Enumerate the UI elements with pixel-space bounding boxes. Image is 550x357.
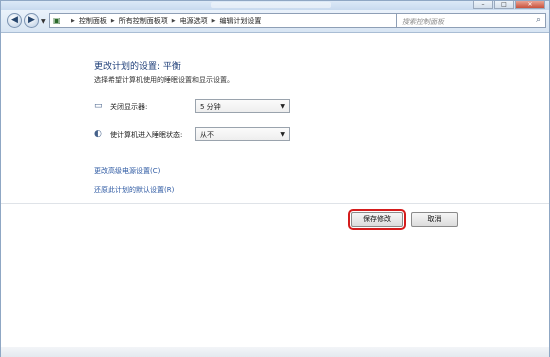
- page-subtitle: 选择希望计算机使用的睡眠设置和显示设置。: [94, 76, 234, 84]
- chevron-right-icon[interactable]: ▶: [172, 18, 176, 24]
- sleep-select[interactable]: 从不 ▼: [195, 127, 290, 141]
- navigation-bar: ◀ ▶ ▼ ▣ ▶ 控制面板 ▶ 所有控制面板项 ▶ 电源选项 ▶ 编辑计划设置…: [1, 10, 549, 33]
- breadcrumb-edit-plan[interactable]: 编辑计划设置: [219, 16, 261, 26]
- chevron-down-icon: ▼: [280, 103, 285, 110]
- breadcrumb-control-panel[interactable]: 控制面板: [79, 16, 107, 26]
- title-bar[interactable]: – □ ✕: [1, 1, 549, 10]
- sleep-label: 使计算机进入睡眠状态:: [110, 131, 183, 139]
- cancel-button[interactable]: 取消: [411, 212, 458, 227]
- main-content: 更改计划的设置: 平衡 选择希望计算机使用的睡眠设置和显示设置。 ▭ 关闭显示器…: [1, 33, 549, 203]
- restore-defaults-link[interactable]: 还原此计划的默认设置(R): [94, 185, 174, 195]
- search-icon[interactable]: ⌕: [536, 15, 541, 25]
- address-bar[interactable]: ▣ ▶ 控制面板 ▶ 所有控制面板项 ▶ 电源选项 ▶ 编辑计划设置 ▼: [49, 13, 407, 28]
- page-title: 更改计划的设置: 平衡: [94, 62, 181, 72]
- minimize-button[interactable]: –: [473, 1, 493, 9]
- maximize-button[interactable]: □: [494, 1, 514, 9]
- chevron-right-icon[interactable]: ▶: [71, 18, 75, 24]
- search-box[interactable]: 搜索控制面板 ⌕: [396, 13, 546, 28]
- display-off-select[interactable]: 5 分钟 ▼: [195, 99, 290, 113]
- save-changes-button[interactable]: 保存修改: [348, 209, 406, 230]
- control-panel-window: – □ ✕ ◀ ▶ ▼ ▣ ▶ 控制面板 ▶ 所有控制面板项 ▶ 电源选项 ▶ …: [0, 0, 550, 357]
- chevron-down-icon: ▼: [280, 131, 285, 138]
- button-footer: 保存修改 取消: [1, 203, 549, 357]
- status-strip: [1, 347, 549, 357]
- display-off-label: 关闭显示器:: [110, 103, 148, 111]
- forward-arrow-icon: ▶: [28, 15, 35, 25]
- back-button[interactable]: ◀: [7, 13, 22, 28]
- breadcrumb-power-options[interactable]: 电源选项: [180, 16, 208, 26]
- advanced-power-settings-link[interactable]: 更改高级电源设置(C): [94, 166, 160, 176]
- chevron-right-icon[interactable]: ▶: [111, 18, 115, 24]
- forward-button[interactable]: ▶: [24, 13, 39, 28]
- moon-sleep-icon: ◐: [94, 129, 102, 139]
- close-button[interactable]: ✕: [515, 1, 545, 9]
- monitor-icon: ▭: [94, 101, 103, 111]
- recent-pages-dropdown[interactable]: ▼: [41, 18, 46, 25]
- window-controls: – □ ✕: [473, 1, 545, 10]
- search-input[interactable]: 搜索控制面板: [402, 17, 444, 27]
- title-bar-gloss: [211, 2, 331, 8]
- sleep-value: 从不: [200, 131, 214, 139]
- back-arrow-icon: ◀: [11, 15, 18, 25]
- control-panel-icon: ▣: [53, 15, 61, 25]
- display-off-value: 5 分钟: [200, 103, 221, 111]
- breadcrumb-all-items[interactable]: 所有控制面板项: [119, 16, 168, 26]
- chevron-right-icon[interactable]: ▶: [212, 18, 216, 24]
